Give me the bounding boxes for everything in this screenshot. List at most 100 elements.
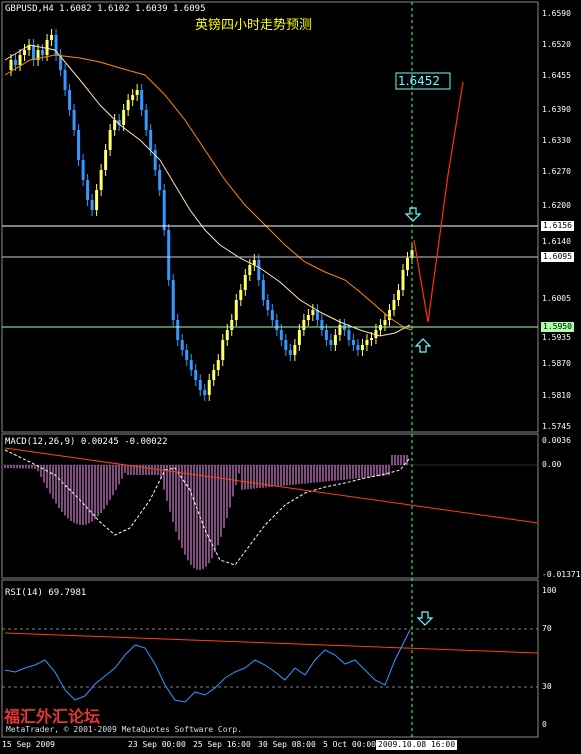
- price-tick: 1.6330: [542, 136, 571, 145]
- macd-label: MACD(12,26,9) 0.00245 -0.00022: [5, 437, 168, 447]
- candle-body: [203, 390, 207, 395]
- up-arrow-icon: [414, 338, 432, 353]
- candle-body: [212, 370, 216, 380]
- resistance-label: 1.6156: [541, 221, 574, 231]
- candle-body: [356, 345, 360, 350]
- candle-body: [320, 320, 324, 330]
- candle-body: [360, 345, 364, 350]
- candle-body: [126, 100, 130, 110]
- candle-body: [216, 360, 220, 370]
- forecast-path: [413, 81, 464, 323]
- candle-body: [41, 50, 45, 55]
- candle-body: [401, 270, 405, 290]
- price-tick: 1.6005: [542, 294, 571, 303]
- macd-trendline: [4, 447, 539, 524]
- candle-body: [131, 95, 135, 100]
- ma-slow-line: [4, 54, 413, 331]
- candle-body: [153, 150, 157, 170]
- rsi-label: RSI(14) 69.7981: [5, 588, 87, 598]
- candle-body: [239, 290, 243, 300]
- time-tick: 15 Sep 2009: [2, 740, 55, 749]
- candle-body: [284, 340, 288, 350]
- candle-body: [104, 150, 108, 170]
- candle-body: [279, 330, 283, 340]
- candle-body: [63, 70, 67, 90]
- candle-body: [95, 190, 99, 210]
- candle-body: [194, 370, 198, 380]
- price-tick: 1.6140: [542, 237, 571, 246]
- candle-body: [293, 345, 297, 355]
- macd-histogram: [4, 455, 408, 570]
- candle-body: [311, 310, 315, 315]
- rsi-trendline: [4, 632, 539, 654]
- candle-body: [167, 230, 171, 280]
- candle-body: [365, 340, 369, 345]
- candle-body: [270, 310, 274, 320]
- candle-body: [306, 315, 310, 320]
- rsi-axis-30: 30: [542, 682, 552, 691]
- candle-body: [171, 280, 175, 320]
- macd-axis-bottom: -0.01371: [542, 570, 581, 579]
- price-tick: 1.5935: [542, 333, 571, 342]
- candle-body: [23, 50, 27, 55]
- candle-body: [369, 338, 373, 340]
- candle-body: [275, 320, 279, 330]
- macd-axis-zero: 0.00: [542, 460, 562, 469]
- candle-body: [18, 55, 22, 65]
- chart-canvas[interactable]: [0, 0, 581, 754]
- price-tick: 1.6520: [542, 40, 571, 49]
- candle-body: [81, 160, 85, 180]
- rsi-axis-100: 100: [542, 586, 557, 595]
- candle-body: [185, 350, 189, 360]
- candle-body: [189, 360, 193, 370]
- candle-body: [113, 120, 117, 130]
- candle-body: [347, 330, 351, 340]
- candle-body: [225, 330, 229, 340]
- candle-body: [392, 300, 396, 310]
- current-time-label: 2009.10.08 16:00: [376, 740, 458, 750]
- candle-body: [86, 180, 90, 200]
- candle-body: [45, 40, 49, 55]
- candle-body: [180, 340, 184, 350]
- watermark-text: 福汇外汇论坛: [4, 707, 101, 726]
- price-tick: 1.5810: [542, 391, 571, 400]
- candle-body: [77, 130, 81, 160]
- candle-body: [324, 330, 328, 340]
- symbol-info: GBPUSD,H4 1.6082 1.6102 1.6039 1.6095: [5, 4, 206, 14]
- candle-body: [261, 280, 265, 300]
- candle-body: [14, 60, 18, 65]
- current-price-label: 1.6095: [541, 252, 574, 262]
- candle-body: [396, 290, 400, 300]
- candle-body: [221, 340, 225, 360]
- candle-body: [230, 320, 234, 330]
- rsi-down-arrow-icon: [416, 611, 434, 626]
- candle-body: [288, 350, 292, 355]
- candle-body: [158, 170, 162, 190]
- price-tick: 1.6270: [542, 167, 571, 176]
- candle-body: [144, 110, 148, 130]
- candle-body: [68, 90, 72, 110]
- price-tick: 1.5745: [542, 422, 571, 431]
- time-tick: 23 Sep 00:00: [128, 740, 186, 749]
- candle-body: [302, 320, 306, 330]
- main-chart-frame: [1, 1, 539, 433]
- macd-signal-line: [4, 449, 411, 566]
- price-tick: 1.5870: [542, 359, 571, 368]
- macd-panel-frame: [1, 433, 539, 579]
- candle-body: [90, 200, 94, 210]
- candle-body: [351, 340, 355, 345]
- candle-body: [99, 170, 103, 190]
- candle-body: [234, 300, 238, 320]
- candle-body: [333, 335, 337, 345]
- candle-body: [243, 275, 247, 290]
- rsi-axis-0: 0: [542, 720, 547, 729]
- time-tick: 30 Sep 08:00: [258, 740, 316, 749]
- price-tick: 1.6200: [542, 201, 571, 210]
- candle-body: [329, 340, 333, 345]
- copyright-text: MetaTrader, © 2001-2009 MetaQuotes Softw…: [6, 725, 243, 734]
- candle-body: [266, 300, 270, 310]
- candle-body: [176, 320, 180, 340]
- candle-body: [140, 90, 144, 110]
- candle-body: [257, 260, 261, 280]
- forecast-title: 英镑四小时走势预测: [195, 18, 313, 33]
